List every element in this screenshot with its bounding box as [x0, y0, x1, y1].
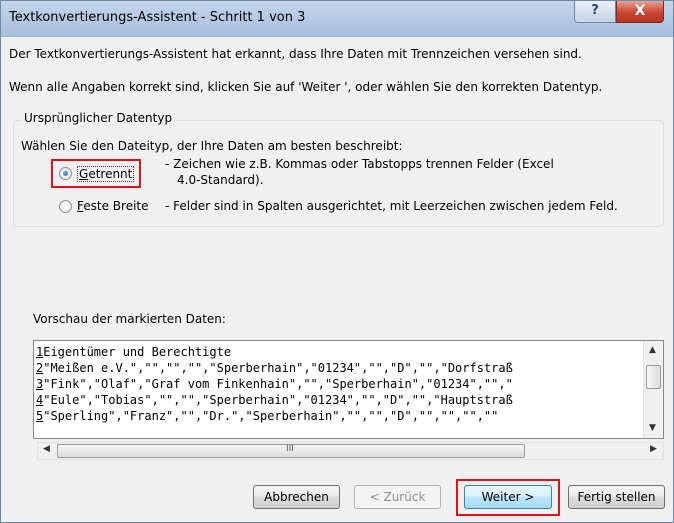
info-text-detected: Der Textkonvertierungs-Assistent hat erk… [9, 47, 582, 61]
preview-line-text: "Eule","Tobias","","","Sperberhain","012… [43, 393, 513, 407]
close-button[interactable]: X [616, 1, 664, 23]
preview-line: 4"Eule","Tobias","","","Sperberhain","01… [36, 392, 642, 408]
preview-label: Vorschau der markierten Daten: [33, 312, 226, 326]
preview-line: 1Eigentümer und Berechtigte [36, 344, 642, 360]
scroll-up-arrow-icon[interactable]: ▲ [649, 345, 656, 355]
radio-getrennt[interactable] [59, 167, 72, 180]
back-button[interactable]: < Zurück [354, 485, 441, 509]
preview-line-text: "Meißen e.V.","","","","Sperberhain","01… [43, 361, 513, 375]
finish-button[interactable]: Fertig stellen [568, 485, 665, 509]
radio-feste-breite[interactable] [59, 200, 72, 213]
window-title: Textkonvertierungs-Assistent - Schritt 1… [9, 10, 306, 25]
vertical-scroll-thumb[interactable] [646, 365, 661, 389]
getrennt-description-line2: 4.0-Standard). [177, 173, 264, 187]
preview-lines: 1Eigentümer und Berechtigte 2"Meißen e.V… [36, 344, 642, 424]
scroll-right-arrow-icon[interactable]: ▶ [650, 444, 657, 454]
datatype-group-legend: Ursprünglicher Datentyp [21, 111, 176, 125]
preview-line-text: "Fink","Olaf","Graf vom Finkenhain","","… [43, 377, 513, 391]
preview-line: 2"Meißen e.V.","","","","Sperberhain","0… [36, 360, 642, 376]
preview-horizontal-scrollbar[interactable]: ◀ III ▶ [37, 442, 664, 460]
info-text-instruction: Wenn alle Angaben korrekt sind, klicken … [9, 80, 603, 94]
scroll-left-arrow-icon[interactable]: ◀ [43, 444, 50, 454]
feste-breite-description: - Felder sind in Spalten ausgerichtet, m… [165, 199, 618, 213]
help-button[interactable]: ? [574, 1, 616, 23]
title-bar[interactable]: Textkonvertierungs-Assistent - Schritt 1… [1, 1, 673, 37]
preview-vertical-scrollbar[interactable]: ▲ ▼ [643, 341, 663, 438]
data-preview-box[interactable]: 1Eigentümer und Berechtigte 2"Meißen e.V… [33, 340, 664, 439]
scroll-grip-icon: III [286, 444, 294, 454]
cancel-button[interactable]: Abbrechen [253, 485, 340, 509]
datatype-prompt: Wählen Sie den Dateityp, der Ihre Daten … [21, 139, 403, 153]
scroll-down-arrow-icon[interactable]: ▼ [649, 423, 656, 433]
preview-line: 5"Sperling","Franz","","Dr.","Sperberhai… [36, 408, 642, 424]
preview-line: 3"Fink","Olaf","Graf vom Finkenhain","",… [36, 376, 642, 392]
preview-line-text: Eigentümer und Berechtigte [43, 345, 232, 359]
horizontal-scroll-thumb[interactable]: III [57, 444, 525, 458]
next-button[interactable]: Weiter > [464, 485, 552, 509]
getrennt-description-line1: - Zeichen wie z.B. Kommas oder Tabstopps… [165, 157, 554, 171]
radio-getrennt-label[interactable]: Getrennt [77, 166, 135, 182]
dialog-window: Textkonvertierungs-Assistent - Schritt 1… [0, 0, 674, 523]
radio-feste-breite-label[interactable]: Feste Breite [77, 199, 149, 213]
preview-line-text: "Sperling","Franz","","Dr.","Sperberhain… [43, 409, 499, 423]
